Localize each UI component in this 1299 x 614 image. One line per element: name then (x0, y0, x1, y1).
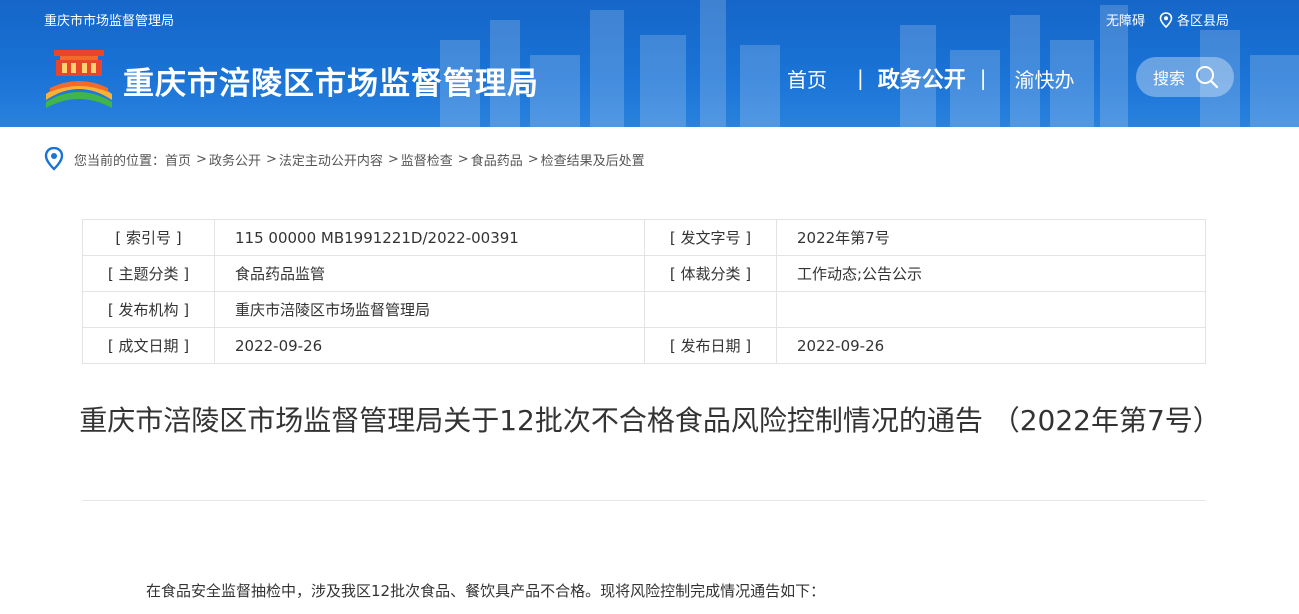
location-pin-icon (1159, 11, 1173, 28)
table-row: [ 成文日期 ] 2022-09-26 [ 发布日期 ] 2022-09-26 (82, 327, 1206, 364)
nav-separator: | (979, 66, 987, 90)
meta-value: 重庆市涪陵区市场监督管理局 (214, 291, 645, 328)
breadcrumb-separator: > (196, 151, 207, 167)
meta-value: 工作动态;公告公示 (776, 255, 1206, 292)
breadcrumb-home[interactable]: 首页 (165, 150, 191, 169)
districts-label: 各区县局 (1176, 14, 1229, 29)
government-emblem-logo[interactable] (44, 48, 114, 110)
meta-label (644, 291, 777, 328)
breadcrumb-inspection[interactable]: 监督检查 (401, 150, 453, 169)
breadcrumb-separator: > (265, 151, 277, 167)
breadcrumb-separator: > (457, 151, 469, 167)
meta-label: [ 发布日期 ] (644, 327, 777, 364)
breadcrumb-statutory[interactable]: 法定主动公开内容 (279, 150, 383, 169)
main-nav: 首页 | 政务公开 | 渝快办 (770, 62, 1089, 94)
location-pin-icon (44, 147, 64, 171)
nav-home[interactable]: 首页 (770, 64, 857, 93)
table-row: [ 索引号 ] 115 00000 MB1991221D/2022-00391 … (82, 219, 1206, 256)
table-row: [ 主题分类 ] 食品药品监管 [ 体裁分类 ] 工作动态;公告公示 (82, 255, 1206, 292)
nav-separator: | (857, 66, 864, 90)
meta-value: 食品药品监管 (214, 255, 645, 292)
table-row: [ 发布机构 ] 重庆市涪陵区市场监督管理局 (82, 291, 1206, 328)
search-label: 搜索 (1153, 69, 1186, 88)
breadcrumb-prefix: 您当前的位置： (74, 153, 166, 169)
document-meta-table: [ 索引号 ] 115 00000 MB1991221D/2022-00391 … (82, 219, 1206, 364)
meta-label: [ 体裁分类 ] (644, 255, 777, 292)
meta-label: [ 发文字号 ] (644, 219, 777, 256)
breadcrumb-results[interactable]: 检查结果及后处置 (541, 150, 645, 169)
search-button[interactable]: 搜索 (1136, 57, 1234, 97)
nav-gov-open[interactable]: 政务公开 (864, 62, 980, 94)
meta-label: [ 索引号 ] (82, 219, 215, 256)
meta-label: [ 成文日期 ] (82, 327, 215, 364)
title-divider (82, 500, 1206, 501)
site-header: 重庆市市场监督管理局 无障碍 各区县局 重庆市涪陵区市场监督管理局 首页 | 政… (0, 0, 1299, 127)
site-title[interactable]: 重庆市涪陵区市场监督管理局 (123, 58, 539, 103)
meta-label: [ 主题分类 ] (82, 255, 215, 292)
meta-value: 2022年第7号 (776, 219, 1206, 256)
breadcrumb-separator: > (527, 151, 539, 167)
top-utility-links: 无障碍 各区县局 (1106, 10, 1229, 29)
breadcrumb-separator: > (387, 151, 399, 167)
parent-site-link[interactable]: 重庆市市场监督管理局 (44, 10, 174, 29)
breadcrumb-gov-open[interactable]: 政务公开 (209, 150, 261, 169)
article-paragraph: 在食品安全监督抽检中，涉及我区12批次食品、餐饮具产品不合格。现将风险控制完成情… (146, 582, 826, 600)
breadcrumb-food-drug[interactable]: 食品药品 (471, 150, 523, 169)
meta-value: 2022-09-26 (214, 327, 645, 364)
article-title: 重庆市涪陵区市场监督管理局关于12批次不合格食品风险控制情况的通告 （2022年… (79, 404, 1221, 437)
meta-value (776, 291, 1206, 328)
meta-value: 115 00000 MB1991221D/2022-00391 (214, 219, 645, 256)
meta-value: 2022-09-26 (776, 327, 1206, 364)
magnifier-icon (1196, 66, 1219, 89)
districts-link[interactable]: 各区县局 (1159, 10, 1229, 29)
meta-label: [ 发布机构 ] (82, 291, 215, 328)
accessibility-link[interactable]: 无障碍 (1106, 10, 1145, 29)
nav-yukuaiban[interactable]: 渝快办 (987, 64, 1089, 93)
breadcrumb: 您当前的位置： 首页 > 政务公开 > 法定主动公开内容 > 监督检查 > 食品… (44, 147, 645, 171)
